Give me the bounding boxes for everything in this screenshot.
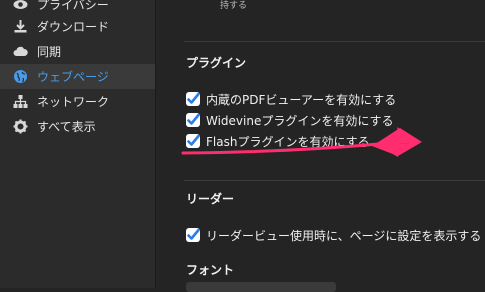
checkmark-icon	[186, 134, 200, 148]
font-settings-control[interactable]	[186, 282, 336, 292]
network-icon	[13, 94, 28, 109]
sidebar-item-label: すべて表示	[37, 120, 96, 134]
checkmark-icon	[186, 228, 200, 242]
enable-pdf-viewer-checkbox[interactable]: 内蔵のPDFビューアーを有効にする	[186, 90, 396, 108]
sidebar-item-label: 同期	[37, 45, 62, 59]
reader-heading: リーダー	[186, 192, 235, 206]
reader-view-show-settings-checkbox[interactable]: リーダービュー使用時に、ページに設定を表示する	[186, 226, 481, 244]
sidebar-item-label: ウェブページ	[37, 70, 109, 84]
option-label: Widevineプラグインを有効にする	[206, 113, 394, 128]
download-icon	[13, 19, 28, 34]
cloud-icon	[13, 44, 28, 59]
section-divider	[184, 41, 485, 42]
option-label: Flashプラグインを有効にする	[206, 134, 370, 149]
sidebar-item-webpages[interactable]: ウェブページ	[0, 64, 155, 89]
sidebar-item-label: ネットワーク	[37, 95, 110, 109]
enable-widevine-checkbox[interactable]: Widevineプラグインを有効にする	[186, 111, 393, 129]
truncated-description: 持する	[220, 1, 248, 11]
checkmark-icon	[186, 92, 200, 106]
sidebar-item-label: プライバシー	[37, 0, 109, 12]
gear-icon	[13, 119, 28, 134]
globe-icon	[13, 69, 28, 84]
option-label: 内蔵のPDFビューアーを有効にする	[206, 92, 397, 107]
fonts-heading: フォント	[186, 263, 235, 277]
option-label: リーダービュー使用時に、ページに設定を表示する	[206, 228, 482, 243]
sidebar-item-show-all[interactable]: すべて表示	[0, 114, 155, 139]
sidebar-item-label: ダウンロード	[37, 20, 110, 34]
eye-icon	[13, 0, 28, 12]
plugins-heading: プラグイン	[186, 56, 247, 70]
section-divider	[184, 180, 485, 181]
sidebar-item-sync[interactable]: 同期	[0, 39, 155, 64]
enable-flash-checkbox[interactable]: Flashプラグインを有効にする	[186, 132, 370, 150]
sidebar-item-network[interactable]: ネットワーク	[0, 89, 155, 114]
sidebar-item-downloads[interactable]: ダウンロード	[0, 14, 155, 39]
sidebar: プライバシー ダウンロード 同期 ウェブページ ネットワーク すべて表示	[0, 0, 156, 288]
checkmark-icon	[186, 113, 200, 127]
settings-content: 持する プラグイン 内蔵のPDFビューアーを有効にする Widevineプラグイ…	[156, 0, 485, 292]
